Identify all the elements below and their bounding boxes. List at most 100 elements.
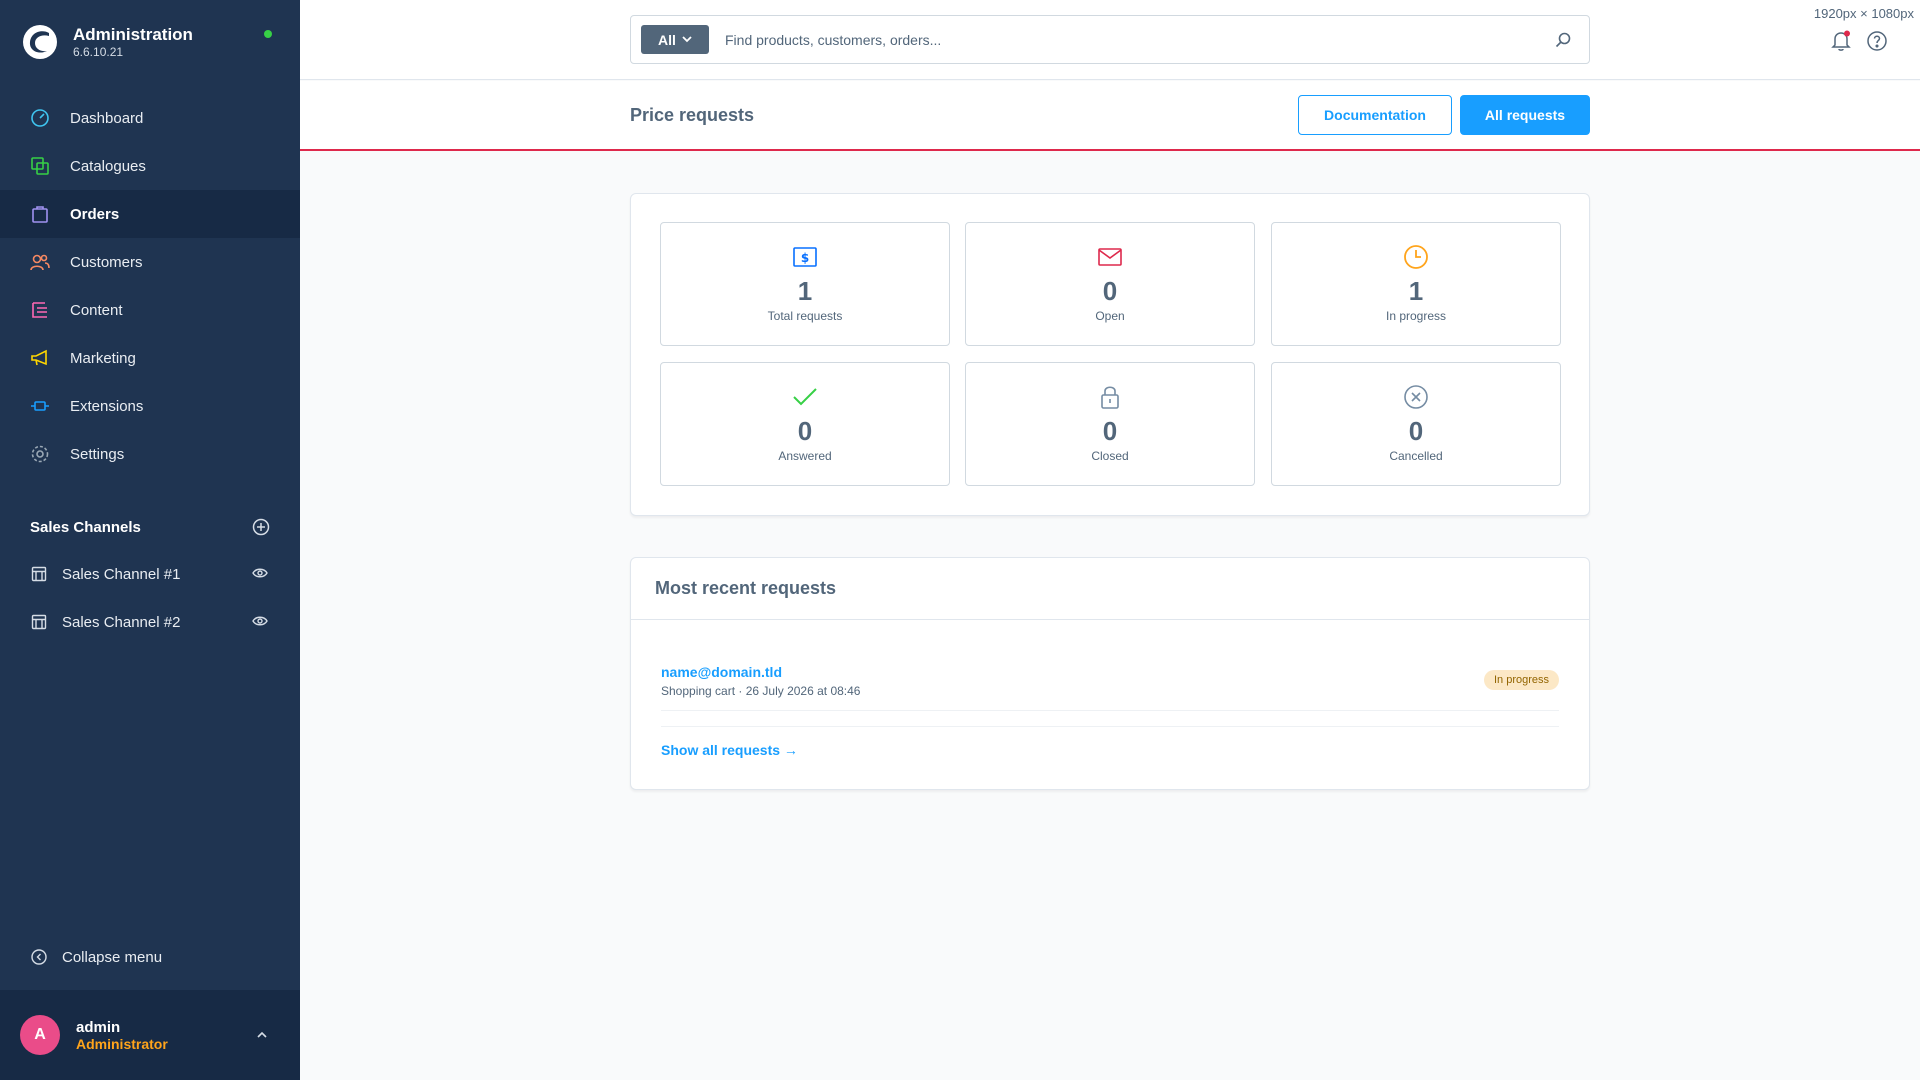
stat-in-progress[interactable]: 1 In progress [1271, 222, 1561, 346]
shopware-logo-icon [23, 25, 57, 59]
card-divider [631, 619, 1589, 620]
stat-label: Cancelled [1389, 449, 1443, 463]
bag-icon [28, 202, 52, 226]
app-title: Administration [73, 25, 193, 44]
nav-label: Dashboard [70, 109, 144, 127]
megaphone-icon [28, 346, 52, 370]
stat-value: 0 [797, 416, 813, 446]
online-status-dot [264, 30, 272, 38]
collapse-menu-button[interactable]: Collapse menu [30, 945, 162, 969]
sidebar: Administration 6.6.10.21 Dashboard Catal… [0, 0, 300, 1080]
viewport-size-label: 1920px × 1080px [1813, 6, 1914, 21]
show-all-requests-link[interactable]: Show all requests → [661, 742, 798, 758]
gauge-icon [28, 106, 52, 130]
stat-value: 0 [1408, 416, 1424, 446]
stat-value: 1 [1408, 276, 1424, 306]
recent-requests-card: Most recent requests name@domain.tld Sho… [630, 557, 1590, 790]
sales-channel-list: Sales Channel #1 Sales Channel #2 [0, 550, 300, 646]
nav-label: Extensions [70, 397, 144, 415]
nav-item-marketing[interactable]: Marketing [0, 334, 300, 382]
stat-label: In progress [1385, 309, 1447, 323]
page-title: Price requests [630, 105, 755, 125]
chevron-left-circle-icon [30, 945, 48, 969]
row-divider [661, 726, 1559, 727]
search-input[interactable] [725, 31, 1555, 48]
user-menu[interactable]: A admin Administrator [0, 990, 300, 1080]
sales-channel-item-2[interactable]: Sales Channel #2 [0, 598, 300, 646]
help-icon[interactable] [1866, 30, 1888, 52]
user-name: admin [76, 1018, 121, 1036]
global-search: All [630, 15, 1590, 64]
dollar-icon: $ [793, 243, 817, 271]
search-icon[interactable] [1555, 32, 1571, 48]
checkmark-icon [792, 383, 818, 411]
stat-closed[interactable]: 0 Closed [965, 362, 1255, 486]
products-icon [28, 154, 52, 178]
main-nav: Dashboard Catalogues Orders Customers Co… [0, 94, 300, 478]
bell-icon[interactable] [1830, 30, 1852, 52]
stat-label: Closed [1091, 449, 1129, 463]
clock-icon [1403, 243, 1429, 271]
user-role: Administrator [76, 1035, 168, 1052]
top-bar: All 1920px × 1080px [300, 0, 1920, 80]
nav-item-customers[interactable]: Customers [0, 238, 300, 286]
stat-label: Open [1095, 309, 1125, 323]
stat-answered[interactable]: 0 Answered [660, 362, 950, 486]
nav-item-orders[interactable]: Orders [0, 190, 300, 238]
stat-label: Total requests [767, 309, 843, 323]
plug-icon [28, 394, 52, 418]
envelope-icon [1098, 243, 1122, 271]
row-divider [661, 710, 1559, 711]
app-version: 6.6.10.21 [73, 45, 124, 59]
stat-total-requests[interactable]: $ 1 Total requests [660, 222, 950, 346]
stat-value: 0 [1102, 276, 1118, 306]
search-type-label: All [658, 31, 676, 48]
nav-label: Marketing [70, 349, 136, 367]
stats-card: $ 1 Total requests 0 Open 1 In progress … [630, 193, 1590, 516]
recent-requests-title: Most recent requests [655, 578, 837, 598]
chevron-up-icon [257, 1031, 267, 1038]
sales-channels-title: Sales Channels [30, 518, 141, 536]
svg-text:$: $ [801, 251, 809, 265]
users-icon [28, 250, 52, 274]
content-icon [28, 298, 52, 322]
nav-label: Catalogues [70, 157, 146, 175]
nav-label: Settings [70, 445, 125, 463]
chevron-down-icon [682, 36, 692, 43]
sales-channel-label: Sales Channel #2 [62, 613, 181, 631]
lock-icon [1100, 383, 1120, 411]
storefront-icon [30, 562, 48, 586]
brand[interactable]: Administration 6.6.10.21 [22, 24, 193, 60]
stat-value: 0 [1102, 416, 1118, 446]
eye-icon[interactable] [252, 614, 270, 631]
add-sales-channel-icon[interactable] [252, 518, 270, 536]
x-circle-icon [1403, 383, 1429, 411]
sales-channel-label: Sales Channel #1 [62, 565, 181, 583]
nav-label: Customers [70, 253, 143, 271]
nav-item-dashboard[interactable]: Dashboard [0, 94, 300, 142]
nav-item-content[interactable]: Content [0, 286, 300, 334]
nav-item-extensions[interactable]: Extensions [0, 382, 300, 430]
eye-icon[interactable] [252, 566, 270, 583]
status-badge: In progress [1483, 670, 1559, 690]
request-email-link[interactable]: name@domain.tld [661, 664, 782, 680]
gear-icon [28, 442, 52, 466]
nav-item-catalogues[interactable]: Catalogues [0, 142, 300, 190]
nav-item-settings[interactable]: Settings [0, 430, 300, 478]
stat-value: 1 [797, 276, 813, 306]
sales-channels-header: Sales Channels [30, 518, 270, 536]
nav-label: Orders [70, 205, 120, 223]
collapse-menu-label: Collapse menu [62, 948, 163, 966]
stat-cancelled[interactable]: 0 Cancelled [1271, 362, 1561, 486]
avatar: A [20, 1015, 60, 1055]
stat-open[interactable]: 0 Open [965, 222, 1255, 346]
smart-bar: Price requests Documentation All request… [300, 81, 1920, 151]
documentation-button[interactable]: Documentation [1298, 95, 1452, 135]
nav-label: Content [70, 301, 123, 319]
search-type-dropdown[interactable]: All [641, 25, 709, 54]
request-meta: Shopping cart · 26 July 2026 at 08:46 [661, 684, 861, 698]
storefront-icon [30, 610, 48, 634]
all-requests-button[interactable]: All requests [1460, 95, 1590, 135]
sales-channel-item-1[interactable]: Sales Channel #1 [0, 550, 300, 598]
stat-label: Answered [778, 449, 832, 463]
